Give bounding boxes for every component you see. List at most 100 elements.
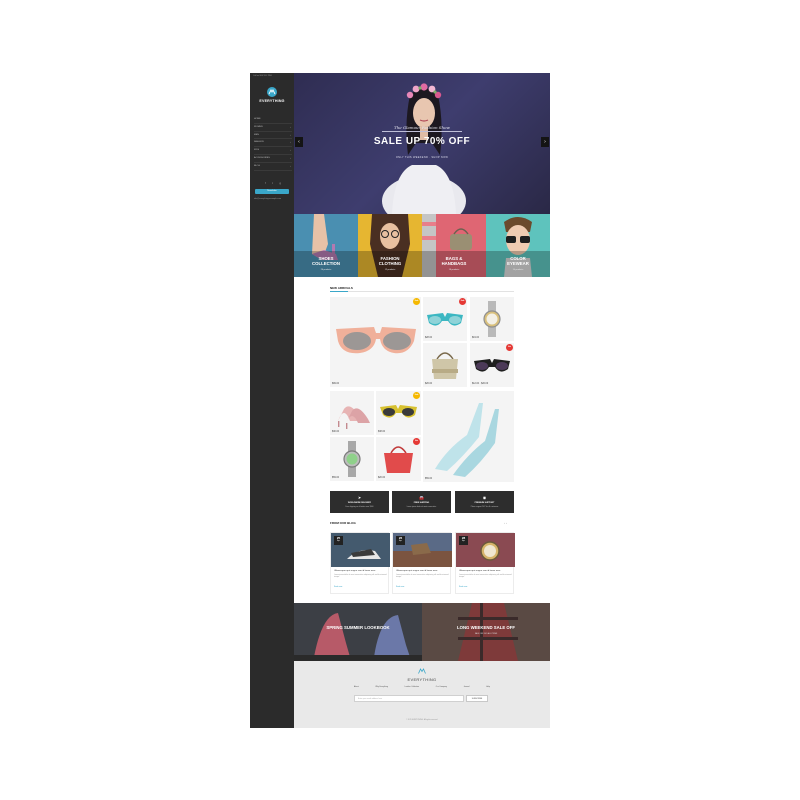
read-more-link[interactable]: Read more <box>334 586 342 588</box>
pink-sunglasses-image <box>336 327 416 354</box>
post-date-badge: 25 Apr <box>334 536 343 545</box>
category-label: SHOES COLLECTION <box>312 256 340 266</box>
hero-divider <box>382 131 462 132</box>
chevron-right-icon: › <box>290 124 291 129</box>
plaid-shirt-image <box>422 603 550 661</box>
main-content: The Glamour Fashion Show SALE UP 70% OFF… <box>294 73 550 728</box>
product-price: $30.00 <box>332 431 340 433</box>
banner-subtitle: SALE OFF 50% ALL ITEMS <box>474 633 498 635</box>
product-card[interactable]: Sale $38.00 <box>376 391 421 435</box>
blog-post-card[interactable]: 26 Apr Ullamcorper quis augue sem id lore… <box>392 532 452 594</box>
hero-slider: The Glamour Fashion Show SALE UP 70% OFF… <box>294 73 550 214</box>
blog-carousel-arrows[interactable]: ‹ › <box>504 521 507 525</box>
product-price: $28.00 <box>425 337 433 339</box>
feature-box-shipping: 🚘 FREE SHIPPING Lorem ipsum dolor sit am… <box>392 491 451 513</box>
footer-link[interactable]: Our Company <box>436 686 447 688</box>
footer-link[interactable]: About <box>354 686 359 688</box>
chevron-right-icon: › <box>290 140 291 145</box>
footer-logo-text[interactable]: EVERYTHING <box>294 677 550 682</box>
blog-post-card[interactable]: 25 Apr Ullamcorper quis augue sem id lore… <box>330 532 390 594</box>
slider-prev-arrow-icon[interactable]: ‹ <box>295 137 303 147</box>
sidebar: Call us 800 555 7890 EVERYTHING Home Wom… <box>250 73 294 728</box>
twitter-icon[interactable]: t <box>272 181 273 185</box>
footer-link[interactable]: Journal <box>464 686 470 688</box>
newsletter-email-input[interactable]: Enter your email address here <box>354 695 464 702</box>
read-more-link[interactable]: Read more <box>459 586 467 588</box>
footer-link[interactable]: Why Everything <box>375 686 388 688</box>
post-date-badge: 26 Apr <box>396 536 405 545</box>
feature-box-delivery: ➤ WORLDWIDE DELIVERY Free shipping on al… <box>330 491 389 513</box>
product-card[interactable]: $59.00 <box>330 437 374 481</box>
category-tile-eyewear[interactable]: COLOR EYEWEAR 10 products <box>486 214 550 277</box>
hero-tagline[interactable]: ONLY THIS WEEKEND · SHOP NOW <box>294 156 550 159</box>
newsletter-button[interactable]: Newsletter <box>255 189 289 194</box>
product-card[interactable]: Sale $28.00 <box>423 297 467 341</box>
facebook-icon[interactable]: f <box>265 181 266 185</box>
subscribe-button[interactable]: SUBSCRIBE <box>466 695 488 702</box>
nav-item-label: Men <box>254 133 259 136</box>
sidebar-email[interactable]: info@everything-example.com <box>254 198 281 200</box>
sale-badge: Sale <box>413 392 420 399</box>
paper-plane-icon: ➤ <box>357 495 362 500</box>
post-title[interactable]: Ullamcorper quis augue sem id lorem nunc <box>459 570 512 572</box>
logo-text[interactable]: EVERYTHING <box>250 99 294 103</box>
hot-badge: Hot <box>506 344 513 351</box>
product-card[interactable]: Hot $20.00 <box>376 437 421 481</box>
nav-item-blog[interactable]: Blog › <box>254 163 292 171</box>
category-count: 18 products <box>448 269 460 271</box>
nav-item-women[interactable]: Women › <box>254 124 292 132</box>
banner-title: SPRING SUMMER LOOKBOOK <box>326 625 390 630</box>
nav-item-label: Fashion <box>254 141 264 144</box>
gold-watch-image <box>483 301 501 337</box>
category-tile-shoes[interactable]: SHOES COLLECTION 26 products <box>294 214 358 277</box>
banner-title: LONG WEEKEND SALE OFF <box>456 625 515 630</box>
new-arrivals-heading: NEW ARRIVALS <box>330 286 353 290</box>
product-price: $59.00 <box>425 478 433 480</box>
blog-heading: FROM OUR BLOG <box>330 521 356 525</box>
product-card[interactable]: $30.00 <box>330 391 374 435</box>
product-card[interactable]: $26.00 <box>423 343 467 387</box>
product-price: $12.00 · $20.00 <box>472 383 489 385</box>
nav-item-fashion[interactable]: Fashion › <box>254 139 292 148</box>
nav-item-label: Women <box>254 125 263 128</box>
category-tiles: SHOES COLLECTION 26 products FASHION CLOTH… <box>294 214 550 277</box>
post-excerpt: Lorem ipsum dolor sit amet consectetur a… <box>396 574 449 579</box>
post-excerpt: Lorem ipsum dolor sit amet consectetur a… <box>459 574 512 579</box>
feature-title: WORLDWIDE DELIVERY <box>347 502 372 504</box>
product-card[interactable]: $19.00 <box>470 297 514 341</box>
feature-desc: Lorem ipsum dolor sit amet consectetur <box>406 506 437 508</box>
post-date-badge: 28 Apr <box>459 536 468 545</box>
logo-icon[interactable] <box>267 87 277 97</box>
post-title[interactable]: Ullamcorper quis augue sem id lorem nunc <box>334 570 387 572</box>
nav-item-men[interactable]: Men › <box>254 132 292 140</box>
feature-box-support: ◉ PREMIUM SUPPORT Phone support 24/7 for… <box>455 491 514 513</box>
car-icon: 🚘 <box>419 495 424 500</box>
footer-logo-icon[interactable] <box>418 668 426 674</box>
weekend-sale-banner[interactable]: LONG WEEKEND SALE OFF SALE OFF 50% ALL I… <box>422 603 550 661</box>
nav-item-accessories[interactable]: Accessories › <box>254 155 292 163</box>
category-tile-fashion[interactable]: FASHION CLOTHING 12 products <box>358 214 422 277</box>
product-card[interactable]: Sale $99.00 <box>330 297 421 387</box>
footer-links: About Why Everything Leather Collection … <box>354 686 490 688</box>
hero-title: SALE UP 70% OFF <box>373 136 471 147</box>
product-card[interactable]: Hot $12.00 · $20.00 <box>470 343 514 387</box>
nav-item-label: Accessories <box>254 156 270 159</box>
post-title[interactable]: Ullamcorper quis augue sem id lorem nunc <box>396 570 449 572</box>
product-card[interactable]: $59.00 <box>423 391 514 482</box>
nav-item-kids[interactable]: Kids › <box>254 147 292 155</box>
nav-item-label: Kids <box>254 149 260 152</box>
category-count: 26 products <box>320 269 332 271</box>
category-tile-bags[interactable]: BAGS & HANDBAGS 18 products <box>422 214 486 277</box>
category-label: COLOR EYEWEAR <box>507 256 529 266</box>
read-more-link[interactable]: Read more <box>396 586 404 588</box>
nav-item-home[interactable]: Home <box>254 116 292 124</box>
blog-post-card[interactable]: 28 Apr Ullamcorper quis augue sem id lore… <box>455 532 515 594</box>
tote-bag-image <box>432 352 458 379</box>
slider-next-arrow-icon[interactable]: › <box>541 137 549 147</box>
chevron-right-icon: › <box>290 155 291 160</box>
section-accent-line <box>330 290 348 292</box>
lookbook-banner[interactable]: SPRING SUMMER LOOKBOOK <box>294 603 422 661</box>
google-plus-icon[interactable]: g <box>279 181 281 185</box>
footer-link[interactable]: Help <box>486 686 490 688</box>
footer-link[interactable]: Leather Collection <box>405 686 419 688</box>
